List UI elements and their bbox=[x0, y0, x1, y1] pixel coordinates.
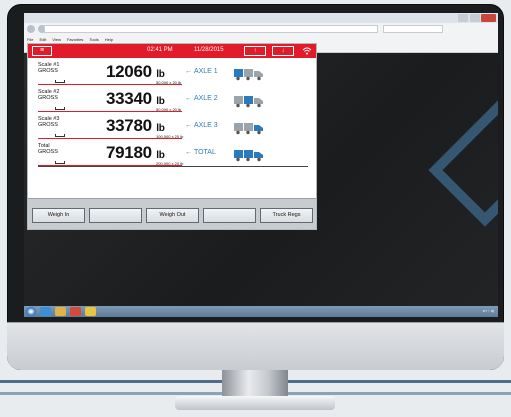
weight-unit: lb bbox=[156, 69, 165, 80]
scale-label: Total GROSS bbox=[38, 143, 78, 155]
axle-indicator: ← TOTAL bbox=[185, 149, 216, 156]
axle-label: AXLE 3 bbox=[193, 122, 218, 129]
ie-taskbar-icon[interactable] bbox=[40, 307, 51, 316]
monitor-chin bbox=[7, 322, 504, 370]
maximize-button[interactable] bbox=[470, 14, 480, 22]
desktop-wallpaper-shape bbox=[428, 99, 498, 227]
truck-icon bbox=[234, 150, 263, 162]
start-button[interactable] bbox=[26, 307, 36, 316]
monitor-stand-base bbox=[175, 396, 335, 410]
scroll-down-button[interactable]: ↓ bbox=[272, 46, 294, 56]
close-button[interactable] bbox=[481, 14, 496, 22]
blank-softkey-1[interactable] bbox=[89, 208, 142, 223]
scale-mode: GROSS bbox=[38, 95, 58, 101]
weight-unit: lb bbox=[156, 96, 165, 107]
arrow-left-icon: ← bbox=[185, 149, 192, 156]
scale-label: Scale #1 GROSS bbox=[38, 62, 78, 74]
weight-reading: 33780 lb bbox=[106, 116, 165, 136]
menu-favorites[interactable]: Favorites bbox=[67, 37, 83, 42]
weight-unit: lb bbox=[156, 150, 165, 161]
underline bbox=[38, 138, 182, 139]
arrow-left-icon: ← bbox=[185, 95, 192, 102]
weight-value: 33340 bbox=[106, 89, 152, 108]
arrow-left-icon: ← bbox=[185, 122, 192, 129]
weight-value: 79180 bbox=[106, 143, 152, 162]
underline bbox=[38, 111, 182, 112]
scale-mode: GROSS bbox=[38, 122, 58, 128]
arrow-down-icon: ↓ bbox=[281, 48, 285, 54]
zero-scale-icon bbox=[55, 161, 65, 164]
browser-address-row bbox=[24, 23, 498, 35]
hamburger-icon: ≡ bbox=[39, 47, 45, 54]
menu-view[interactable]: View bbox=[52, 37, 61, 42]
divider bbox=[38, 166, 308, 167]
hamburger-menu-button[interactable]: ≡ bbox=[32, 46, 52, 56]
axle-indicator: ← AXLE 1 bbox=[185, 68, 218, 75]
media-taskbar-icon[interactable] bbox=[70, 307, 81, 316]
weight-reading: 33340 lb bbox=[106, 89, 165, 109]
truck-icon bbox=[234, 69, 263, 81]
scale-row: Scale #3 GROSS 33780 lb 100,000 x 20 lb … bbox=[38, 116, 308, 142]
axle-indicator: ← AXLE 3 bbox=[185, 122, 218, 129]
windows-taskbar: ◂ ▪ ▫ ◂) bbox=[24, 306, 498, 317]
arrow-up-icon: ↑ bbox=[253, 48, 257, 54]
scale-label: Scale #3 GROSS bbox=[38, 116, 78, 128]
browser-menubar: File Edit View Favorites Tools Help bbox=[24, 35, 498, 43]
minimize-button[interactable] bbox=[458, 14, 468, 22]
menu-edit[interactable]: Edit bbox=[39, 37, 46, 42]
scale-mode: GROSS bbox=[38, 68, 58, 74]
truck-regs-button[interactable]: Truck Regs bbox=[260, 208, 313, 223]
back-button[interactable] bbox=[27, 25, 35, 33]
truck-icon bbox=[234, 96, 263, 108]
underline bbox=[38, 84, 182, 85]
scale-row: Scale #1 GROSS 12060 lb 50,000 x 20 lb ←… bbox=[38, 62, 308, 88]
app-header: ≡ 02:41 PM 11/28/2015 ↑ ↓ bbox=[28, 44, 316, 58]
browser-titlebar bbox=[24, 13, 498, 23]
desktop-screen: File Edit View Favorites Tools Help ≡ 02… bbox=[24, 13, 498, 317]
scale-readings: Scale #1 GROSS 12060 lb 50,000 x 20 lb ←… bbox=[28, 58, 316, 198]
clock-time: 02:41 PM bbox=[147, 47, 173, 53]
weigh-in-button[interactable]: Weigh In bbox=[32, 208, 85, 223]
blank-softkey-2[interactable] bbox=[203, 208, 256, 223]
weight-reading: 12060 lb bbox=[106, 62, 165, 82]
scroll-up-button[interactable]: ↑ bbox=[244, 46, 266, 56]
axle-label: AXLE 2 bbox=[193, 95, 218, 102]
chrome-taskbar-icon[interactable] bbox=[85, 307, 96, 316]
folder-taskbar-icon[interactable] bbox=[55, 307, 66, 316]
zero-scale-icon bbox=[55, 107, 65, 110]
softkey-bar: Weigh In Weigh Out Truck Regs bbox=[28, 198, 316, 229]
truck-icon bbox=[234, 123, 263, 135]
weight-reading: 79180 lb bbox=[106, 143, 165, 163]
weight-value: 33780 bbox=[106, 116, 152, 135]
menu-file[interactable]: File bbox=[27, 37, 33, 42]
zero-scale-icon bbox=[55, 134, 65, 137]
axle-indicator: ← AXLE 2 bbox=[185, 95, 218, 102]
scale-label: Scale #2 GROSS bbox=[38, 89, 78, 101]
browser-tab[interactable] bbox=[383, 25, 443, 33]
axle-label: TOTAL bbox=[193, 149, 216, 156]
scale-mode: GROSS bbox=[38, 149, 58, 155]
arrow-left-icon: ← bbox=[185, 68, 192, 75]
weight-unit: lb bbox=[156, 123, 165, 134]
system-tray: ◂ ▪ ▫ ◂) bbox=[482, 308, 494, 313]
clock-date: 11/28/2015 bbox=[194, 47, 224, 53]
scale-row: Scale #2 GROSS 33340 lb 50,000 x 20 lb ←… bbox=[38, 89, 308, 115]
weigh-out-button[interactable]: Weigh Out bbox=[146, 208, 199, 223]
menu-help[interactable]: Help bbox=[105, 37, 113, 42]
address-bar[interactable] bbox=[44, 25, 378, 33]
zero-scale-icon bbox=[55, 80, 65, 83]
scale-app: ≡ 02:41 PM 11/28/2015 ↑ ↓ Scale #1 GROSS… bbox=[27, 43, 317, 230]
wifi-icon bbox=[302, 47, 312, 55]
menu-tools[interactable]: Tools bbox=[89, 37, 98, 42]
axle-label: AXLE 1 bbox=[193, 68, 218, 75]
weight-value: 12060 bbox=[106, 62, 152, 81]
